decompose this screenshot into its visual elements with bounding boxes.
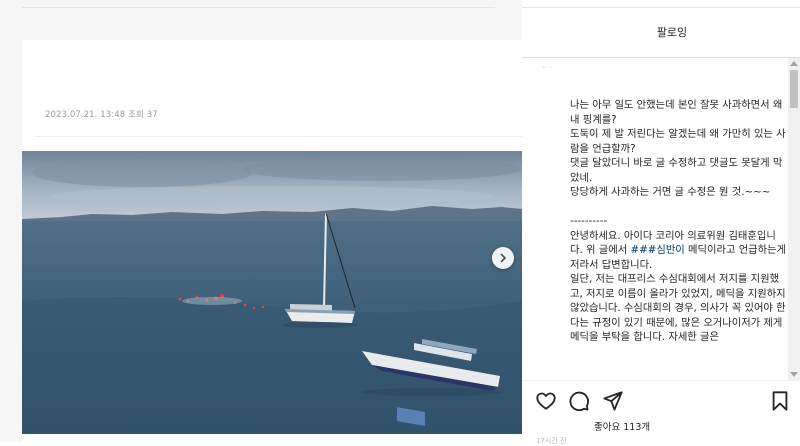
actions-divider <box>522 380 800 381</box>
meta-divider <box>35 136 522 137</box>
comment-stub: ·· · <box>542 63 553 72</box>
heart-icon <box>536 392 556 410</box>
likes-count[interactable]: 좋아요 113개 <box>594 419 650 433</box>
scroll-up-arrow-icon[interactable] <box>790 61 798 66</box>
comment-text: 나는 아무 일도 안했는데 본인 잘못 사과하면서 왜 내 핑계를? 도둑이 제… <box>570 98 788 345</box>
post-meta: 2023.07.21. 13:48 조회 37 <box>45 110 158 120</box>
top-divider-right <box>522 7 800 8</box>
send-icon <box>603 391 623 411</box>
side-panel: 팔로잉 ·· · 나는 아무 일도 안했는데 본인 잘못 사과하면서 왜 내 핑… <box>522 0 800 445</box>
scroll-down-arrow-icon[interactable] <box>790 372 798 377</box>
bookmark-icon <box>772 391 788 411</box>
mention-link[interactable]: ###심반이 <box>630 244 684 256</box>
post-photo[interactable] <box>22 151 522 434</box>
like-button[interactable] <box>535 390 557 412</box>
comment-area: ·· · 나는 아무 일도 안했는데 본인 잘못 사과하면서 왜 내 핑계를? … <box>522 58 800 380</box>
next-photo-button[interactable] <box>492 247 514 269</box>
post-time: 17시간 전 <box>536 437 567 445</box>
share-button[interactable] <box>602 390 624 412</box>
comment-button[interactable] <box>568 390 590 412</box>
comment-text-part1: 나는 아무 일도 안했는데 본인 잘못 사과하면서 왜 내 핑계를? 도둑이 제… <box>570 99 786 256</box>
chevron-right-icon <box>500 253 506 263</box>
comment-icon <box>569 391 589 412</box>
post-pane: 2023.07.21. 13:48 조회 37 <box>0 0 522 442</box>
top-divider <box>22 7 495 8</box>
scrollbar-thumb[interactable] <box>790 70 798 108</box>
following-button[interactable]: 팔로잉 <box>657 24 687 40</box>
save-button[interactable] <box>769 390 791 412</box>
sea-scene-image <box>22 151 522 434</box>
scrollbar[interactable] <box>788 58 800 380</box>
comment-text-part2: 메딕이라고 언급하는게 저라서 답변합니다. 일단, 저는 대프리스 수심대회에… <box>570 244 787 343</box>
